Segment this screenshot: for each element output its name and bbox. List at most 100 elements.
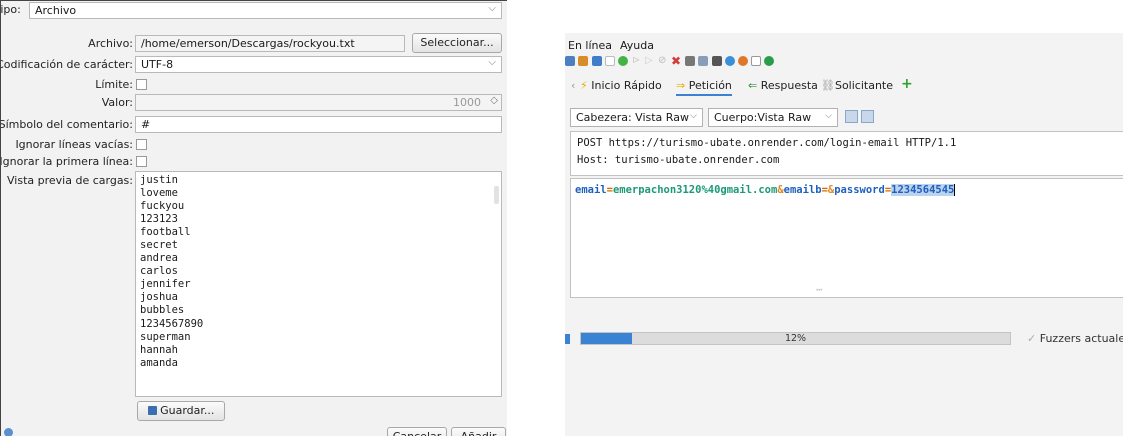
tab-solicitante[interactable]: ⛓Solicitante <box>821 79 893 92</box>
link-icon: ⛓ <box>821 79 835 92</box>
cuerpo-view-value: Cuerpo:Vista Raw <box>714 111 812 124</box>
archivo-label: Archivo: <box>88 37 133 50</box>
toolbar-stop-icon[interactable]: ⊘ <box>658 56 668 66</box>
limite-checkbox[interactable] <box>136 79 147 90</box>
toolbar-panel-icon[interactable] <box>751 56 761 66</box>
payload-item[interactable]: amanda <box>140 357 501 370</box>
progress-edge-icon <box>565 334 570 344</box>
request-line: POST https://turismo-ubate.onrender.com/… <box>577 137 957 149</box>
payload-dialog: Tipo: Archivo ⌵ Archivo: /home/emerson/D… <box>0 0 507 436</box>
arrow-right-icon: ⇒ <box>676 79 686 92</box>
toolbar-play-icon[interactable]: ▷ <box>645 56 655 66</box>
tipo-select[interactable]: Archivo ⌵ <box>29 2 502 19</box>
toolbar-puzzle-icon[interactable] <box>578 56 588 66</box>
toolbar-gear-icon[interactable] <box>738 56 748 66</box>
chevron-down-icon: ⌵ <box>825 111 832 121</box>
help-icon[interactable] <box>4 428 13 436</box>
toolbar-step-icon[interactable]: ⊳ <box>632 56 642 66</box>
toolbar-list-icon[interactable] <box>698 56 708 66</box>
body-key-email: email <box>575 184 607 196</box>
limite-label: Límite: <box>95 78 133 91</box>
payload-item[interactable]: superman <box>140 331 501 344</box>
tab-inicio-rapido-label: Inicio Rápido <box>591 79 662 92</box>
toolbar-pin-icon[interactable] <box>605 56 615 66</box>
guardar-button[interactable]: Guardar... <box>137 401 225 421</box>
valor-label: Valor: <box>101 96 133 109</box>
cabecera-view-value: Cabezera: Vista Raw <box>576 111 689 124</box>
toolbar-window-icon[interactable] <box>565 56 575 66</box>
payload-item[interactable]: loveme <box>140 187 501 200</box>
chevron-down-icon: ⌵ <box>690 111 697 121</box>
tab-peticion[interactable]: ⇒ Petición <box>676 79 732 96</box>
host-line: Host: turismo-ubate.onrender.com <box>577 154 780 166</box>
payload-item[interactable]: jennifer <box>140 278 501 291</box>
body-key-emailb: emailb <box>783 184 822 196</box>
archivo-path-field[interactable]: /home/emerson/Descargas/rockyou.txt <box>135 35 405 52</box>
payload-item[interactable]: 1234567890 <box>140 318 501 331</box>
fuzzer-icon: ✓ <box>1027 332 1037 345</box>
lightning-icon: ⚡ <box>580 79 588 92</box>
payload-items: justin loveme fuckyou 123123 football secret a… <box>136 172 501 370</box>
menu-en-linea[interactable]: En línea <box>568 39 612 52</box>
valor-spinner[interactable]: 1000 ◇ <box>135 94 502 111</box>
toolbar-info-icon[interactable] <box>725 56 735 66</box>
simbolo-value: # <box>141 118 151 131</box>
toolbar-grid-icon[interactable] <box>685 56 695 66</box>
tab-peticion-label: Petición <box>688 79 732 92</box>
codificacion-value: UTF-8 <box>141 58 174 71</box>
payload-item[interactable]: carlos <box>140 265 501 278</box>
tab-inicio-rapido[interactable]: ⚡ Inicio Rápido <box>580 79 662 92</box>
payload-item[interactable]: 123123 <box>140 213 501 226</box>
toolbar-lock-icon[interactable] <box>592 56 602 66</box>
chevron-down-icon: ⌵ <box>488 57 496 68</box>
payload-item[interactable]: justin <box>140 174 501 187</box>
arrow-left-icon: ⇐ <box>748 79 758 92</box>
tab-respuesta-label: Respuesta <box>760 79 818 92</box>
split-view-icon[interactable] <box>845 110 858 123</box>
progress-bar: 12% <box>580 332 1011 345</box>
chevron-down-icon: ⌵ <box>488 3 496 14</box>
body-key-password: password <box>834 184 885 196</box>
request-body-area[interactable]: email=emerpachon3120%40gmail.com&emailb=… <box>570 178 1123 298</box>
add-tab-plus-icon[interactable]: + <box>901 76 913 92</box>
spinner-arrows-icon[interactable]: ◇ <box>490 95 498 106</box>
cuerpo-view-select[interactable]: Cuerpo:Vista Raw ⌵ <box>708 108 838 127</box>
toolbar: ⊳ ▷ ⊘ ✖ <box>565 54 1123 70</box>
payload-item[interactable]: hannah <box>140 344 501 357</box>
resize-grip-icon[interactable]: ⋯ <box>816 284 822 296</box>
ignorar-primera-label: Ignorar la primera línea: <box>0 155 133 168</box>
valor-value: 1000 <box>453 96 481 109</box>
cancelar-button[interactable]: Cancelar <box>387 427 447 436</box>
codificacion-select[interactable]: UTF-8 ⌵ <box>135 56 502 73</box>
archivo-path-value: /home/emerson/Descargas/rockyou.txt <box>141 37 355 50</box>
guardar-label: Guardar... <box>160 404 215 417</box>
ignorar-primera-checkbox[interactable] <box>136 156 147 167</box>
vista-previa-label: Vista previa de cargas: <box>7 174 133 187</box>
seleccionar-button[interactable]: Seleccionar... <box>412 33 502 53</box>
tab-respuesta[interactable]: ⇐ Respuesta <box>748 79 818 92</box>
request-header-area[interactable]: POST https://turismo-ubate.onrender.com/… <box>570 131 1123 176</box>
payload-item[interactable]: football <box>140 226 501 239</box>
payload-item[interactable]: andrea <box>140 252 501 265</box>
payload-item[interactable]: bubbles <box>140 304 501 317</box>
text-caret <box>954 184 956 196</box>
cabecera-view-select[interactable]: Cabezera: Vista Raw ⌵ <box>570 108 703 127</box>
toolbar-monitor-icon[interactable] <box>712 56 722 66</box>
body-value-password-selected[interactable]: 1234564545 <box>891 184 955 196</box>
toolbar-start-icon[interactable] <box>618 56 628 66</box>
body-value-email: emerpachon3120%40gmail.com <box>612 184 778 196</box>
ignorar-vacias-checkbox[interactable] <box>136 139 147 150</box>
toolbar-eye-icon[interactable] <box>764 56 774 66</box>
scrollbar-thumb[interactable] <box>494 186 499 204</box>
fuzzers-status: ✓ Fuzzers actuales: 1 <box>1027 332 1123 345</box>
tabs-view-icon[interactable] <box>861 110 874 123</box>
payload-item[interactable]: secret <box>140 239 501 252</box>
menu-ayuda[interactable]: Ayuda <box>620 39 654 52</box>
anadir-button[interactable]: Añadir <box>451 427 506 436</box>
vista-previa-list[interactable]: justin loveme fuckyou 123123 football secret a… <box>135 171 502 397</box>
payload-item[interactable]: fuckyou <box>140 200 501 213</box>
tab-scroll-left-icon[interactable]: ‹ <box>571 79 575 92</box>
payload-item[interactable]: joshua <box>140 291 501 304</box>
simbolo-input[interactable]: # <box>135 116 502 133</box>
toolbar-cross-icon[interactable]: ✖ <box>671 55 681 67</box>
